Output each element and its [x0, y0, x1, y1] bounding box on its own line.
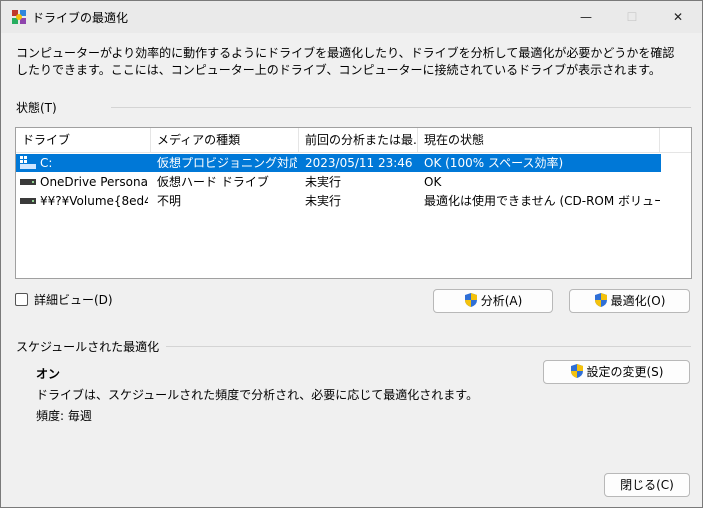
minimize-button[interactable]: — [563, 1, 609, 33]
hard-drive-icon [20, 179, 36, 185]
close-window-button[interactable]: ✕ [655, 1, 701, 33]
media-type: 仮想プロビジョニング対応ド... [157, 156, 297, 170]
drive-name: C: [40, 156, 53, 170]
detail-view-label[interactable]: 詳細ビュー(D) [34, 291, 113, 308]
close-button[interactable]: 閉じる(C) [604, 473, 690, 497]
current-status: OK [424, 175, 442, 189]
uac-shield-icon [594, 293, 607, 307]
title-bar[interactable]: ドライブの最適化 — ☐ ✕ [1, 1, 702, 33]
system-drive-icon [20, 156, 36, 169]
analyze-button[interactable]: 分析(A) [433, 289, 553, 313]
status-divider [111, 107, 691, 108]
schedule-description: ドライブは、スケジュールされた頻度で分析され、必要に応じて最適化されます。 [36, 388, 479, 402]
column-header-drive[interactable]: ドライブ [16, 128, 151, 152]
current-status: OK (100% スペース効率) [424, 156, 564, 170]
drive-name: OneDrive Personal ... [40, 175, 148, 189]
detail-view-checkbox[interactable] [15, 293, 28, 306]
last-analyzed: 未実行 [305, 194, 342, 208]
change-settings-button-label: 設定の変更(S) [586, 365, 664, 379]
drive-row[interactable]: C: 仮想プロビジョニング対応ド... 2023/05/11 23:46 OK … [16, 154, 661, 172]
schedule-section-label: スケジュールされた最適化 [16, 340, 160, 354]
analyze-button-label: 分析(A) [480, 294, 523, 308]
status-section-label: 状態(T) [16, 101, 57, 115]
drive-name: ¥¥?¥Volume{8ed47... [40, 194, 148, 208]
schedule-frequency: 頻度: 毎週 [36, 409, 92, 423]
window-title: ドライブの最適化 [32, 11, 129, 25]
media-type: 仮想ハード ドライブ [157, 175, 269, 189]
column-header-last-analyzed[interactable]: 前回の分析または最... [299, 128, 418, 152]
uac-shield-icon [570, 364, 583, 378]
optimize-button-label: 最適化(O) [610, 294, 666, 308]
column-header-media-type[interactable]: メディアの種類 [151, 128, 299, 152]
uac-shield-icon [464, 293, 477, 307]
drive-list-header: ドライブ メディアの種類 前回の分析または最... 現在の状態 [16, 128, 691, 153]
media-type: 不明 [157, 194, 182, 208]
column-header-current-status[interactable]: 現在の状態 [418, 128, 660, 152]
hard-drive-icon [20, 198, 36, 204]
drive-row[interactable]: OneDrive Personal ... 仮想ハード ドライブ 未実行 OK [16, 173, 661, 191]
close-button-label: 閉じる(C) [620, 478, 674, 492]
drive-row[interactable]: ¥¥?¥Volume{8ed47... 不明 未実行 最適化は使用できません (… [16, 192, 661, 210]
last-analyzed: 2023/05/11 23:46 [305, 156, 413, 170]
drive-list[interactable]: ドライブ メディアの種類 前回の分析または最... 現在の状態 C: 仮想プロビ… [15, 127, 692, 279]
schedule-divider [166, 346, 691, 347]
defrag-app-icon [12, 10, 26, 24]
schedule-state: オン [36, 367, 61, 381]
current-status: 最適化は使用できません (CD-ROM ボリューム) [424, 194, 660, 208]
maximize-button[interactable]: ☐ [609, 1, 655, 33]
optimize-button[interactable]: 最適化(O) [569, 289, 690, 313]
change-settings-button[interactable]: 設定の変更(S) [543, 360, 690, 384]
description-text: コンピューターがより効率的に動作するようにドライブを最適化したり、ドライブを分析… [16, 46, 675, 77]
optimize-drives-window: ドライブの最適化 — ☐ ✕ コンピューターがより効率的に動作するようにドライブ… [0, 0, 703, 508]
last-analyzed: 未実行 [305, 175, 342, 189]
